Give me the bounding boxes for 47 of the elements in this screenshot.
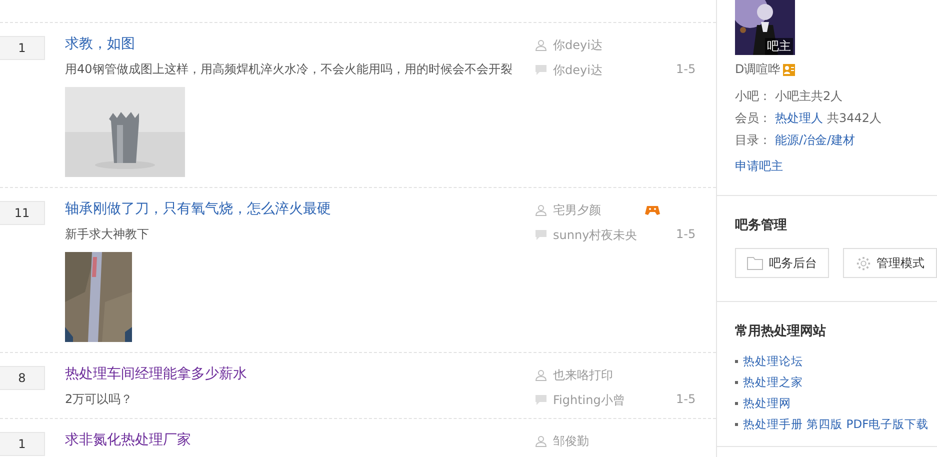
settings-icon (856, 256, 870, 270)
gamepad-icon (645, 204, 660, 216)
folder-icon (747, 256, 763, 270)
site-link[interactable]: 热处理之家 (743, 375, 803, 390)
thread-abstract: 新手求大神教下 (65, 226, 150, 242)
owner-name[interactable]: D调喧哗 (735, 61, 780, 78)
section-title: 常用热处理网站 (735, 323, 827, 340)
reply-count: 1 (0, 36, 45, 60)
apply-link[interactable]: 申请吧主 (735, 158, 783, 175)
info-text: 共3442人 (827, 110, 882, 126)
thread-title[interactable]: 轴承刚做了刀，只有氧气烧，怎么淬火最硬 (65, 200, 535, 218)
section-title: 吧务管理 (735, 217, 788, 234)
user-icon (535, 435, 547, 447)
thread-title[interactable]: 热处理车间经理能拿多少薪水 (65, 365, 535, 383)
admin-mode-button[interactable]: 管理模式 (843, 248, 937, 278)
site-link[interactable]: 热处理网 (743, 396, 791, 411)
comment-icon (535, 394, 547, 406)
reply-count: 11 (0, 201, 45, 225)
user-icon (535, 39, 547, 51)
reply-count: 1 (0, 432, 45, 456)
info-label: 会员： (735, 110, 771, 126)
info-text: 小吧主共2人 (775, 88, 843, 104)
reply-time: 1-5 (676, 61, 697, 76)
site-link[interactable]: 热处理手册 第四版 PDF电子版下载 (743, 417, 929, 432)
comment-icon (535, 229, 547, 241)
thread-abstract: 2万可以吗？ (65, 391, 134, 407)
thread-abstract: 用40钢管做成图上这样，用高频焊机淬火水冷，不会火能用吗，用的时候会不会开裂 (65, 61, 514, 77)
reply-time: 1-5 (676, 391, 697, 406)
bullet-icon (735, 360, 738, 363)
thread-title[interactable]: 求非氮化热处理厂家 (65, 431, 535, 449)
user-icon (535, 369, 547, 381)
bullet-icon (735, 423, 738, 426)
comment-icon (535, 64, 547, 76)
user-icon (535, 204, 547, 216)
id-card-icon (783, 64, 796, 76)
reply-time: 1-5 (676, 226, 697, 241)
avatar-label: 吧主 (765, 38, 793, 55)
bullet-icon (735, 381, 738, 384)
info-label: 目录： (735, 132, 771, 148)
info-label: 小吧： (735, 88, 771, 104)
reply-count: 8 (0, 366, 45, 390)
admin-backend-button[interactable]: 吧务后台 (735, 248, 829, 278)
info-link[interactable]: 热处理人 (775, 110, 823, 126)
thread-title[interactable]: 求教，如图 (65, 35, 535, 53)
bullet-icon (735, 402, 738, 405)
site-link[interactable]: 热处理论坛 (743, 354, 803, 369)
info-link[interactable]: 能源/冶金/建材 (775, 132, 856, 148)
